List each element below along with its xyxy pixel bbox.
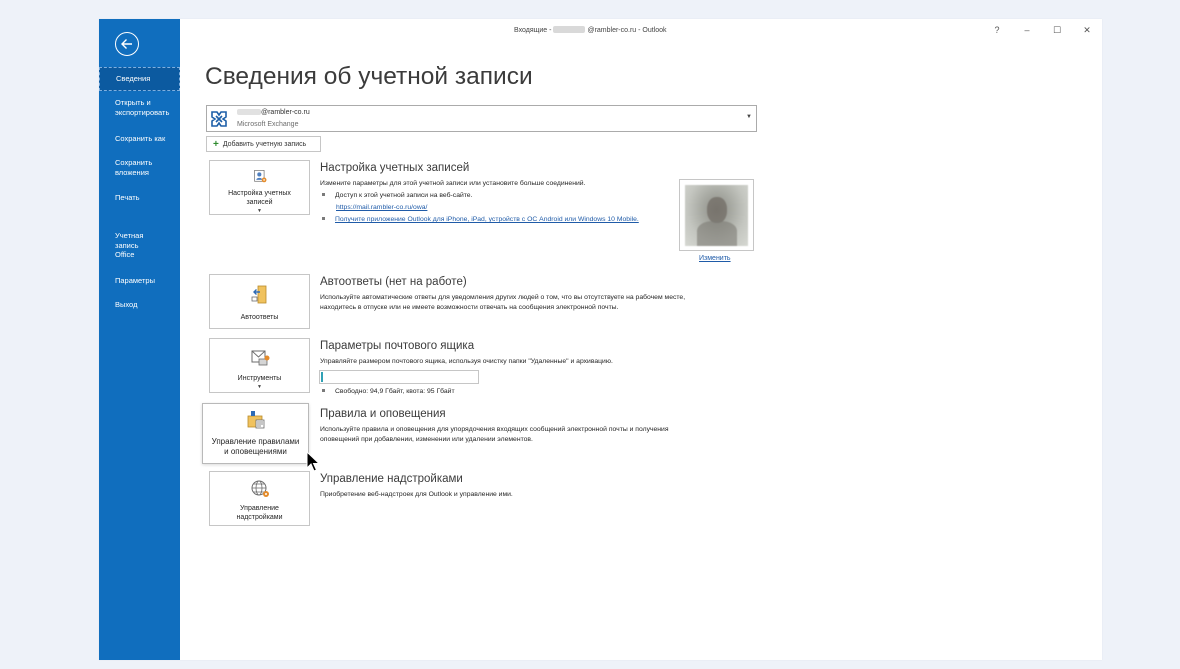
nav-item-label: Открыть и экспортировать <box>115 98 170 117</box>
nav-item-label: Сохранить как <box>115 134 166 143</box>
add-account-button[interactable]: + Добавить учетную запись <box>206 136 321 152</box>
account-settings-title: Настройка учетных записей <box>320 162 470 174</box>
auto-reply-icon <box>251 285 266 304</box>
mailbox-desc: Управляйте размером почтового ящика, исп… <box>320 358 613 365</box>
tile-label: Управление надстройками <box>236 505 283 521</box>
outlook-window: Сведения Открыть и экспортировать Сохран… <box>99 19 1102 660</box>
mailbox-quota-bar <box>319 370 479 384</box>
nav-item-save-attachments[interactable]: Сохранить вложения <box>99 158 180 177</box>
bullet-icon <box>322 193 325 196</box>
nav-item-label: Сведения <box>116 74 151 84</box>
chevron-down-icon: ▼ <box>257 208 262 214</box>
quota-bullet: Свободно: 94,9 Гбайт, квота: 95 Гбайт <box>322 388 455 395</box>
redacted-text <box>553 26 586 33</box>
window-title-suffix: @rambler-co.ru - Outlook <box>587 27 667 34</box>
manage-rules-tile[interactable]: Управление правилами и оповещениями <box>202 403 309 464</box>
quota-bar-fill <box>321 372 323 382</box>
help-button[interactable]: ? <box>982 19 1012 41</box>
nav-item-label: Выход <box>115 300 138 309</box>
page-title: Сведения об учетной записи <box>205 63 533 90</box>
nav-item-options[interactable]: Параметры <box>99 276 180 286</box>
arrow-left-icon <box>121 39 132 49</box>
nav-item-label: Печать <box>115 193 140 202</box>
account-settings-tile[interactable]: Настройка учетных записей ▼ <box>209 160 310 215</box>
nav-item-label: Учетная запись Office <box>115 231 144 259</box>
profile-photo[interactable] <box>679 179 754 251</box>
owa-link-row: https://mail.rambler-co.ru/owa/ <box>336 204 427 211</box>
close-button[interactable]: ✕ <box>1072 19 1102 41</box>
tile-label: Настройка учетных записей <box>228 190 291 206</box>
minimize-button[interactable]: – <box>1012 19 1042 41</box>
nav-item-save-as[interactable]: Сохранить как <box>99 134 180 144</box>
auto-reply-desc-1: Используйте автоматические ответы для ув… <box>320 294 686 301</box>
plus-icon: + <box>213 138 219 150</box>
nav-item-print[interactable]: Печать <box>99 193 180 203</box>
auto-reply-desc-2: находитесь в отпуске или не имеете возмо… <box>320 304 619 311</box>
globe-addins-icon <box>251 480 269 497</box>
mouse-cursor-icon <box>306 451 320 472</box>
tile-label: Инструменты <box>237 375 282 382</box>
avatar-body <box>697 221 737 246</box>
redacted-text <box>237 109 261 115</box>
window-title-prefix: Входящие - <box>514 27 552 34</box>
nav-item-open-export[interactable]: Открыть и экспортировать <box>99 98 180 117</box>
bullet-text: Доступ к этой учетной записи на веб-сайт… <box>335 192 473 199</box>
backstage-nav: Сведения Открыть и экспортировать Сохран… <box>99 67 180 309</box>
addins-desc: Приобретение веб-надстроек для Outlook и… <box>320 491 513 498</box>
avatar <box>685 185 748 246</box>
chevron-down-icon: ▼ <box>746 114 752 120</box>
mobile-app-bullet: Получите приложение Outlook для iPhone, … <box>322 216 639 223</box>
mobile-app-link[interactable]: Получите приложение Outlook для iPhone, … <box>335 216 639 223</box>
rules-alerts-icon <box>247 411 264 429</box>
tile-label: Автоответы <box>240 314 279 321</box>
rules-desc-1: Используйте правила и оповещения для упо… <box>320 426 669 433</box>
change-photo-link[interactable]: Изменить <box>699 255 731 262</box>
nav-item-label: Параметры <box>115 276 155 285</box>
mailbox-title: Параметры почтового ящика <box>320 340 475 352</box>
maximize-button[interactable]: ☐ <box>1042 19 1072 41</box>
account-settings-desc: Измените параметры для этой учетной запи… <box>320 180 586 187</box>
nav-item-office-account[interactable]: Учетная запись Office <box>99 231 159 260</box>
account-type: Microsoft Exchange <box>237 121 299 128</box>
owa-link[interactable]: https://mail.rambler-co.ru/owa/ <box>336 204 427 211</box>
manage-addins-tile[interactable]: Управление надстройками <box>209 471 310 526</box>
nav-item-info[interactable]: Сведения <box>99 67 180 91</box>
web-access-bullet: Доступ к этой учетной записи на веб-сайт… <box>322 192 472 199</box>
account-email-suffix: @rambler-co.ru <box>261 109 310 116</box>
account-settings-icon <box>253 170 266 183</box>
tools-tile[interactable]: Инструменты ▼ <box>209 338 310 393</box>
tools-icon <box>251 350 269 366</box>
auto-reply-title: Автоответы (нет на работе) <box>320 276 467 288</box>
account-selector[interactable]: @rambler-co.ru Microsoft Exchange ▼ <box>206 105 757 132</box>
add-account-label: Добавить учетную запись <box>222 140 307 148</box>
window-controls: ? – ☐ ✕ <box>982 19 1102 41</box>
nav-item-label: Сохранить вложения <box>115 158 153 177</box>
chevron-down-icon: ▼ <box>257 384 262 390</box>
bullet-icon <box>322 389 325 392</box>
back-button[interactable] <box>115 32 139 56</box>
bullet-icon <box>322 217 325 220</box>
nav-item-exit[interactable]: Выход <box>99 300 180 310</box>
account-email: @rambler-co.ru <box>237 109 310 116</box>
tile-label: Управление правилами и оповещениями <box>211 437 300 456</box>
rules-desc-2: оповещений при добавлении, изменении или… <box>320 436 533 443</box>
backstage-sidebar: Сведения Открыть и экспортировать Сохран… <box>99 19 180 660</box>
rules-title: Правила и оповещения <box>320 408 446 420</box>
quota-text: Свободно: 94,9 Гбайт, квота: 95 Гбайт <box>335 388 455 395</box>
auto-reply-tile[interactable]: Автоответы <box>209 274 310 329</box>
addins-title: Управление надстройками <box>320 473 463 485</box>
avatar-head <box>707 197 727 223</box>
window-title: Входящие - @rambler-co.ru - Outlook <box>514 26 667 34</box>
exchange-icon <box>211 111 227 127</box>
